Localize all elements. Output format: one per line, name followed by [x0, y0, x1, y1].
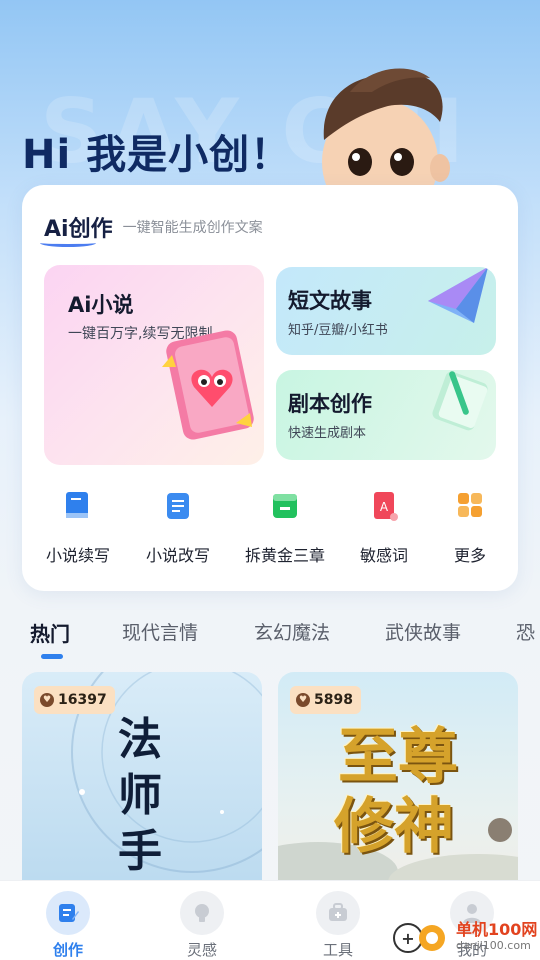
ai-creation-logo: Ai创作: [40, 211, 113, 247]
shortcut-label: 拆黄金三章: [244, 546, 325, 565]
ai-novel-title: Ai小说: [68, 293, 134, 317]
shortcut-label: 小说改写: [145, 546, 210, 565]
nav-create[interactable]: 创作: [28, 891, 108, 960]
shortcut-label: 更多: [453, 546, 486, 565]
scroll-blue-icon: [163, 490, 193, 522]
shortcut-novel-continue[interactable]: 小说续写: [28, 490, 128, 566]
short-story-tile[interactable]: 短文故事 知乎/豆瓣/小红书: [276, 267, 496, 355]
site-watermark: + 单机100网 danji100.com: [392, 918, 537, 958]
category-tabs: 热门 现代言情 玄幻魔法 武侠故事 恐: [0, 612, 540, 662]
script-creation-desc: 快速生成剧本: [288, 426, 367, 441]
book-card[interactable]: ♥ 5898 至尊 修神: [278, 672, 518, 902]
shortcut-sensitive-words[interactable]: A 敏感词: [334, 490, 434, 566]
pen-doc-icon: [46, 891, 90, 935]
heart-icon: ♥: [296, 693, 310, 707]
doc-red-icon: A: [369, 490, 399, 522]
nav-inspiration[interactable]: 灵感: [162, 891, 242, 960]
book-card[interactable]: ♥ 16397 法 师 手 札: [22, 672, 262, 902]
book-title-line2: 修神: [334, 792, 454, 862]
shortcut-label: 敏感词: [359, 546, 408, 565]
tab-fantasy-magic[interactable]: 玄幻魔法: [254, 618, 330, 645]
heart-book-icon: [162, 330, 254, 440]
svg-text:+: +: [401, 929, 414, 948]
shortcut-label: 小说续写: [45, 546, 110, 565]
shortcut-golden-chapters[interactable]: 拆黄金三章: [235, 490, 335, 566]
card-subtitle: 一键智能生成创作文案: [122, 220, 263, 236]
shortcut-row: 小说续写 小说改写 拆黄金三章 A 敏感词 更多: [22, 490, 518, 570]
nav-tools[interactable]: 工具: [298, 891, 378, 960]
box-green-icon: [270, 490, 300, 522]
heat-badge: ♥ 16397: [34, 686, 115, 714]
tab-hot[interactable]: 热门: [30, 618, 70, 647]
heart-icon: ♥: [40, 693, 54, 707]
toolbox-icon: [316, 891, 360, 935]
tab-horror[interactable]: 恐: [516, 618, 535, 645]
grid-orange-icon: [455, 490, 485, 522]
book-title: 法 师 手 札: [118, 714, 162, 902]
svg-text:A: A: [380, 500, 389, 514]
script-creation-title: 剧本创作: [288, 392, 372, 416]
book-blue-icon: [63, 490, 93, 522]
shortcut-novel-rewrite[interactable]: 小说改写: [128, 490, 228, 566]
site-logo-icon: +: [393, 923, 445, 953]
bulb-icon: [180, 891, 224, 935]
card-header: Ai创作 一键智能生成创作文案: [40, 211, 263, 247]
active-tab-indicator: [41, 654, 63, 659]
notebook-pen-icon: [432, 371, 488, 431]
short-story-title: 短文故事: [288, 289, 372, 313]
tab-modern-romance[interactable]: 现代言情: [122, 618, 198, 645]
short-story-desc: 知乎/豆瓣/小红书: [288, 323, 388, 338]
paper-plane-icon: [428, 267, 488, 323]
shortcut-more[interactable]: 更多: [420, 490, 520, 566]
ai-creation-card: Ai创作 一键智能生成创作文案 Ai小说 一键百万字,续写无限制 短文故事 知乎…: [22, 185, 518, 591]
tab-wuxia-story[interactable]: 武侠故事: [385, 618, 461, 645]
script-creation-tile[interactable]: 剧本创作 快速生成剧本: [276, 370, 496, 460]
ai-novel-tile[interactable]: Ai小说 一键百万字,续写无限制: [44, 265, 264, 465]
greeting-title: Hi 我是小创！: [22, 132, 292, 178]
